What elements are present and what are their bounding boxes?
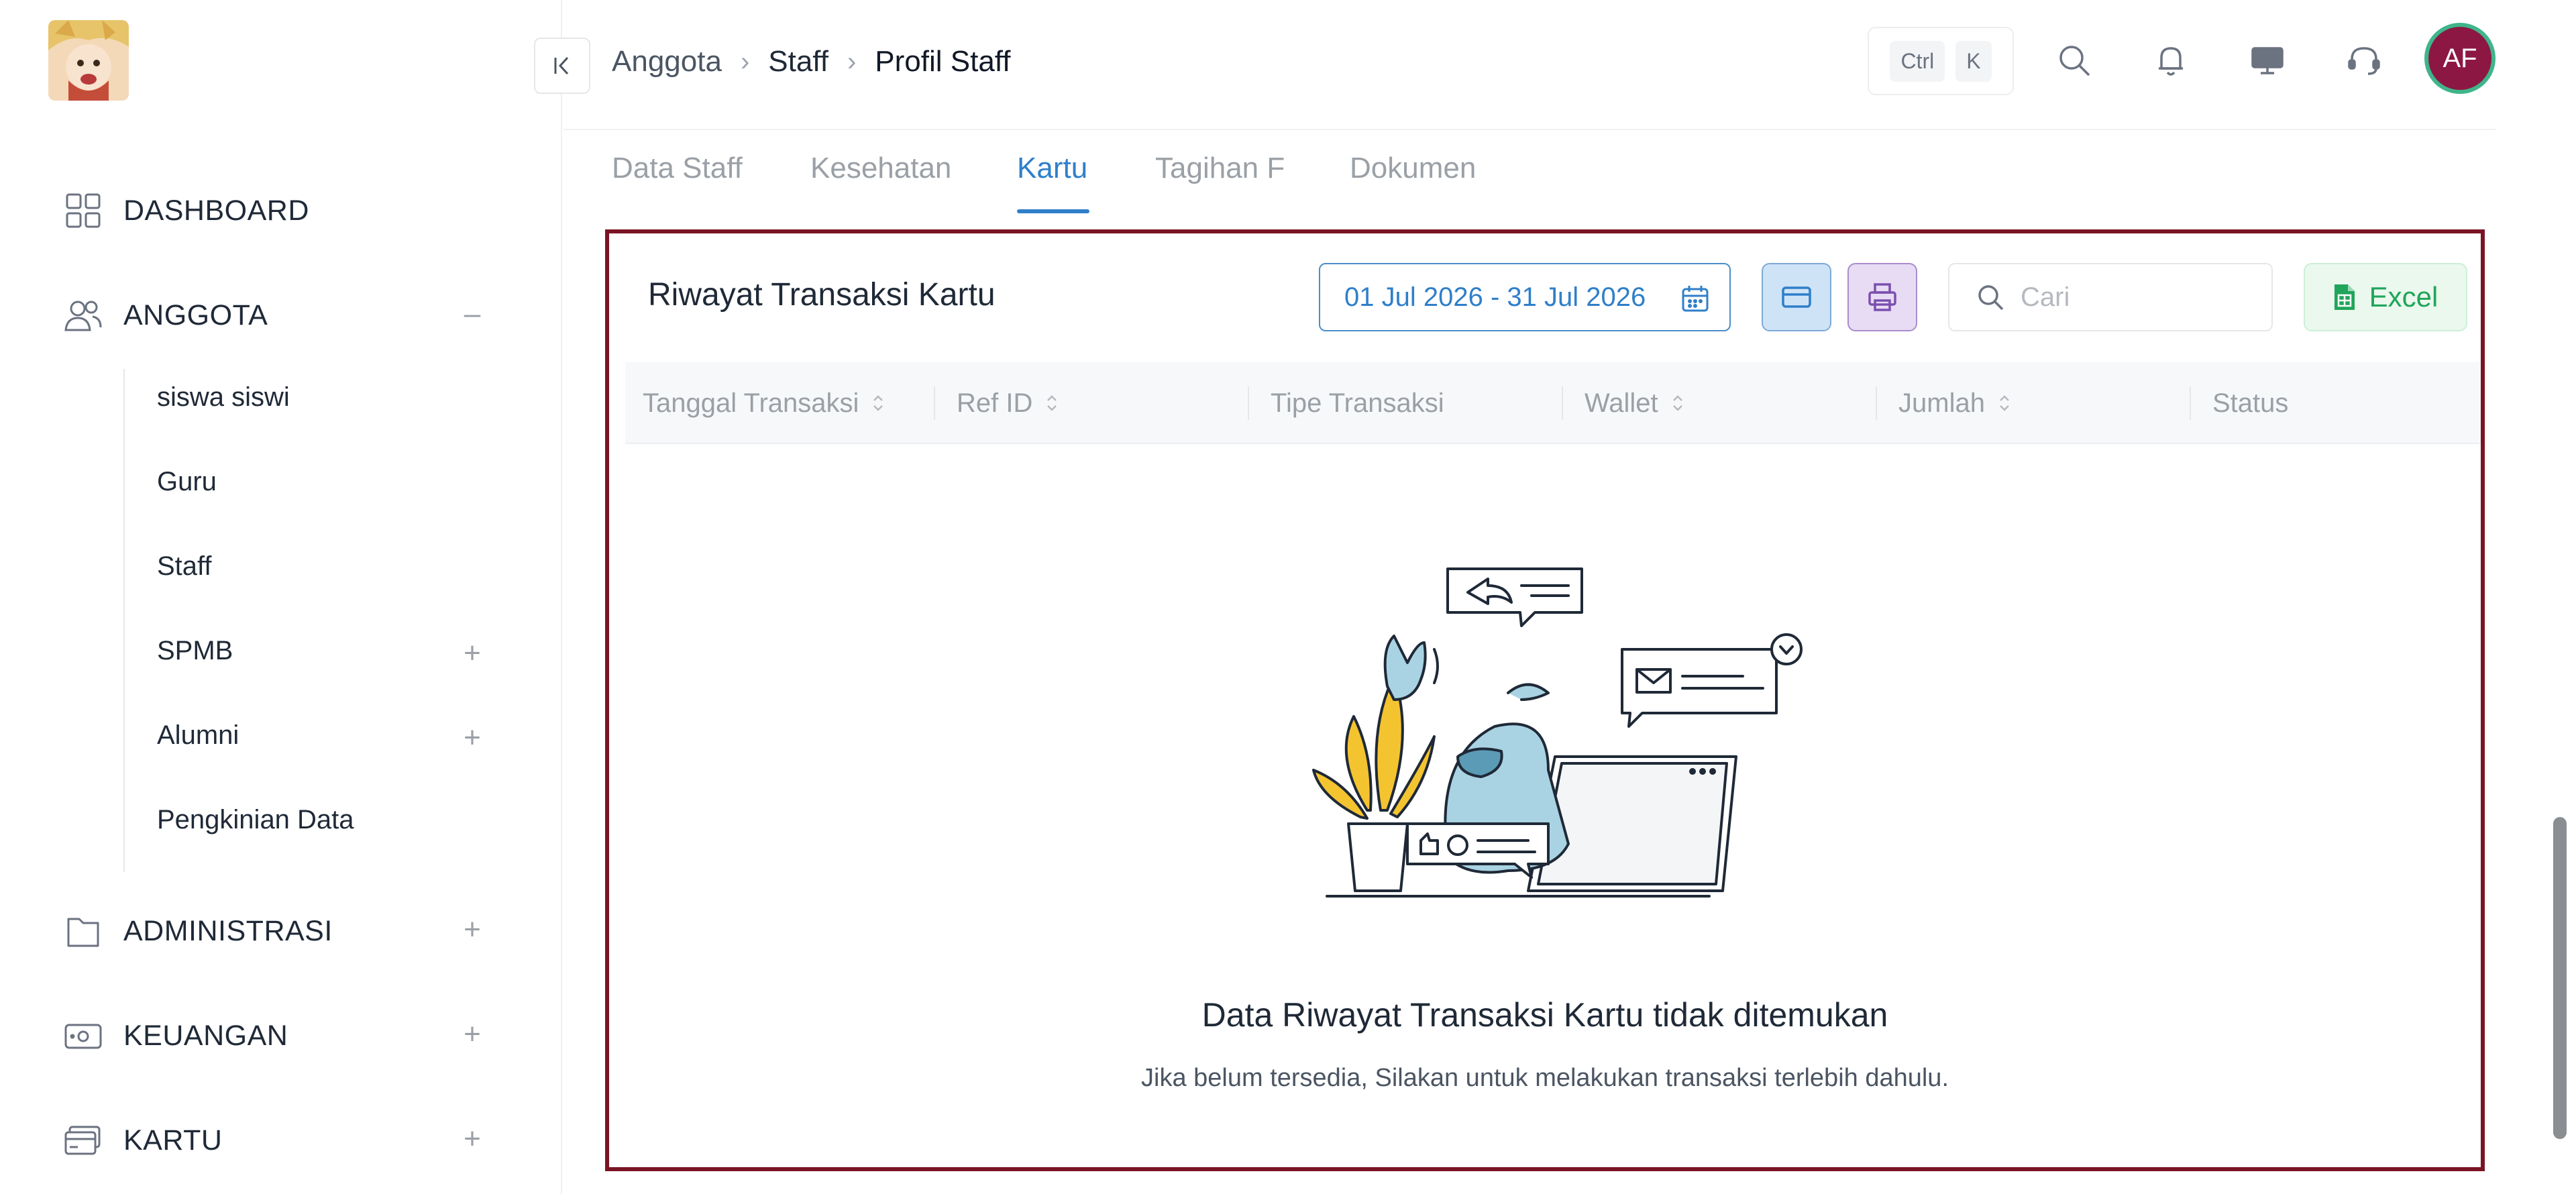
breadcrumb-staff[interactable]: Staff xyxy=(768,45,828,78)
expand-kartu-icon[interactable]: + xyxy=(456,1122,488,1155)
nav-kartu-label: KARTU xyxy=(123,1124,223,1156)
search-icon[interactable] xyxy=(2053,39,2096,82)
search-input[interactable] xyxy=(2021,282,2262,313)
sort-icon xyxy=(1670,393,1685,413)
export-excel-button[interactable]: Excel xyxy=(2304,263,2467,331)
nav-administrasi-label: ADMINISTRASI xyxy=(123,914,333,947)
tab-data-staff[interactable]: Data Staff xyxy=(612,152,743,185)
bell-icon[interactable] xyxy=(2149,39,2192,82)
column-header-jumlah[interactable]: Jumlah xyxy=(1898,362,2012,444)
user-avatar[interactable]: AF xyxy=(2424,23,2496,94)
tab-kesehatan[interactable]: Kesehatan xyxy=(810,152,951,185)
column-header-tipe-transaksi: Tipe Transaksi xyxy=(1271,362,1444,444)
search-icon xyxy=(1978,285,2004,311)
tab-tagihan[interactable]: Tagihan F xyxy=(1155,152,1285,185)
chevron-right-icon: › xyxy=(740,46,750,76)
dashboard-grid-icon xyxy=(62,189,105,232)
collapse-anggota-icon[interactable]: – xyxy=(456,297,488,330)
collapse-sidebar-button[interactable] xyxy=(534,38,590,94)
column-divider xyxy=(2190,386,2191,420)
column-divider xyxy=(934,386,935,420)
headset-support-icon[interactable] xyxy=(2343,39,2385,82)
search-box[interactable] xyxy=(1948,263,2273,331)
print-button[interactable] xyxy=(1847,263,1917,331)
empty-state-title: Data Riwayat Transaksi Kartu tidak ditem… xyxy=(1201,996,1888,1034)
empty-state-illustration xyxy=(1312,567,1803,898)
header-divider xyxy=(564,129,2496,130)
column-label: Status xyxy=(2212,388,2289,418)
nav-administrasi[interactable]: ADMINISTRASI xyxy=(62,910,333,953)
card-title: Riwayat Transaksi Kartu xyxy=(648,277,996,313)
date-range-picker[interactable]: 01 Jul 2026 - 31 Jul 2026 xyxy=(1319,263,1731,331)
sidebar: DASHBOARD ANGGOTA – siswa siswi Guru Sta… xyxy=(0,0,562,1194)
sidebar-item-alumni[interactable]: Alumni xyxy=(157,720,239,751)
card-view-button[interactable] xyxy=(1762,263,1831,331)
sort-icon xyxy=(1997,393,2012,413)
calendar-icon xyxy=(1680,283,1711,321)
column-header-wallet[interactable]: Wallet xyxy=(1585,362,1685,444)
nav-anggota[interactable]: ANGGOTA xyxy=(62,294,268,337)
monitor-icon[interactable] xyxy=(2246,39,2289,82)
column-header-tanggal-transaksi[interactable]: Tanggal Transaksi xyxy=(643,362,885,444)
column-label: Jumlah xyxy=(1898,388,1985,418)
card-icon xyxy=(1782,286,1811,308)
tab-kartu[interactable]: Kartu xyxy=(1017,152,1087,185)
column-divider xyxy=(1562,386,1563,420)
empty-state-subtitle: Jika belum tersedia, Silakan untuk melak… xyxy=(1141,1064,1949,1092)
sidebar-item-pengkinian-data[interactable]: Pengkinian Data xyxy=(157,805,354,835)
sort-icon xyxy=(871,393,885,413)
column-label: Wallet xyxy=(1585,388,1658,418)
folder-icon xyxy=(62,910,105,953)
avatar-initials: AF xyxy=(2443,43,2477,73)
collapse-left-icon xyxy=(554,56,569,75)
credit-card-icon xyxy=(62,1119,105,1162)
command-palette-shortcut[interactable]: Ctrl K xyxy=(1868,27,2014,95)
sidebar-item-siswa-siswi[interactable]: siswa siswi xyxy=(157,382,290,413)
column-label: Ref ID xyxy=(957,388,1033,418)
column-divider xyxy=(1248,386,1249,420)
date-range-value: 01 Jul 2026 - 31 Jul 2026 xyxy=(1344,282,1646,312)
column-header-ref-id[interactable]: Ref ID xyxy=(957,362,1059,444)
breadcrumb: Anggota › Staff › Profil Staff xyxy=(612,40,1010,83)
expand-alumni-icon[interactable]: + xyxy=(456,721,488,754)
breadcrumb-anggota[interactable]: Anggota xyxy=(612,45,722,78)
column-divider xyxy=(1876,386,1877,420)
users-icon xyxy=(62,294,105,337)
nav-keuangan[interactable]: KEUANGAN xyxy=(62,1014,288,1057)
transaction-history-card: Riwayat Transaksi Kartu 01 Jul 2026 - 31… xyxy=(605,229,2485,1171)
kbd-k: K xyxy=(1955,40,1992,82)
printer-icon xyxy=(1868,283,1896,311)
chevron-right-icon: › xyxy=(847,46,857,76)
column-label: Tanggal Transaksi xyxy=(643,388,859,418)
nav-anggota-label: ANGGOTA xyxy=(123,298,268,331)
nav-dashboard[interactable]: DASHBOARD xyxy=(62,189,309,232)
submenu-guide-line xyxy=(123,369,125,872)
nav-dashboard-label: DASHBOARD xyxy=(123,194,309,227)
scrollbar-thumb[interactable] xyxy=(2553,817,2567,1139)
table-header: Tanggal Transaksi Ref ID Tipe Transaksi … xyxy=(625,362,2481,444)
breadcrumb-profil-staff: Profil Staff xyxy=(875,45,1011,78)
expand-administrasi-icon[interactable]: + xyxy=(456,913,488,946)
sort-icon xyxy=(1044,393,1059,413)
column-header-status: Status xyxy=(2212,362,2288,444)
kbd-ctrl: Ctrl xyxy=(1890,40,1945,82)
money-icon xyxy=(62,1014,105,1057)
excel-label: Excel xyxy=(2369,281,2438,313)
sidebar-item-staff[interactable]: Staff xyxy=(157,551,212,582)
sidebar-item-spmb[interactable]: SPMB xyxy=(157,636,233,666)
active-tab-indicator xyxy=(1017,209,1089,213)
expand-spmb-icon[interactable]: + xyxy=(456,637,488,669)
nav-kartu[interactable]: KARTU xyxy=(62,1119,222,1162)
sidebar-item-guru[interactable]: Guru xyxy=(157,467,217,497)
expand-keuangan-icon[interactable]: + xyxy=(456,1018,488,1050)
spreadsheet-file-icon xyxy=(2334,284,2355,310)
app-logo[interactable] xyxy=(48,20,129,101)
column-label: Tipe Transaksi xyxy=(1271,388,1444,418)
nav-keuangan-label: KEUANGAN xyxy=(123,1019,288,1052)
tab-dokumen[interactable]: Dokumen xyxy=(1350,152,1476,185)
